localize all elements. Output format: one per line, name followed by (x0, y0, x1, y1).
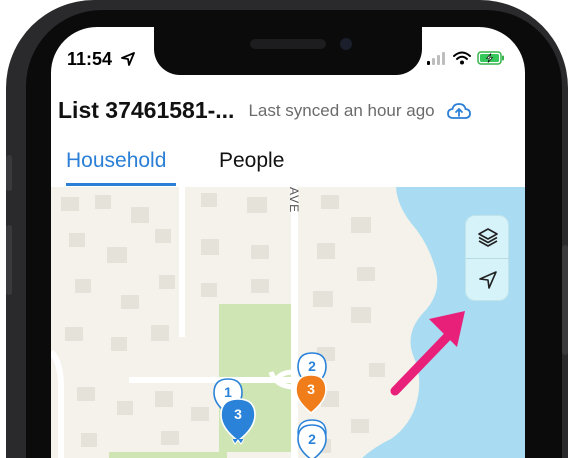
list-title: List 37461581-... (58, 97, 235, 123)
park-south (109, 452, 227, 458)
map-controls (465, 215, 510, 301)
location-services-icon (121, 52, 135, 66)
locate-me-button[interactable] (466, 259, 510, 301)
tab-household[interactable]: Household (66, 149, 166, 173)
cluster-pin[interactable]: 3 (217, 395, 259, 445)
road-north (179, 187, 185, 337)
phone-screen: 11:54 List 37461581-... Last synced an h… (51, 27, 525, 458)
cluster-count: 2 (308, 358, 316, 374)
tab-people[interactable]: People (219, 149, 284, 173)
cluster-count: 3 (234, 406, 242, 422)
front-camera (340, 38, 352, 50)
road-ave (291, 187, 298, 458)
battery-charging-icon (477, 51, 504, 65)
layers-button[interactable] (466, 216, 510, 258)
wifi-icon (453, 51, 471, 65)
cluster-pin[interactable]: 3 (293, 373, 329, 415)
cluster-pin[interactable]: 2 (295, 419, 329, 458)
cloud-upload-icon[interactable] (446, 102, 471, 120)
cellular-signal-icon (427, 51, 445, 65)
cluster-count: 2 (308, 431, 316, 447)
annotation-arrow-icon (390, 311, 465, 396)
road-west (51, 349, 64, 458)
street-label: AVE (287, 187, 301, 214)
status-time: 11:54 (67, 49, 113, 69)
power-button (562, 245, 568, 355)
navigation-arrow-icon (479, 271, 497, 289)
silent-switch (6, 155, 12, 191)
volume-button (6, 225, 12, 295)
layers-icon (478, 228, 498, 247)
speaker (250, 39, 326, 49)
sync-status: Last synced an hour ago (248, 100, 435, 120)
active-tab-indicator (66, 183, 176, 186)
status-icons (427, 51, 505, 65)
map-view[interactable]: AVE 2 1 3 3 2 (51, 187, 525, 458)
header: List 37461581-... Last synced an hour ag… (58, 97, 518, 124)
cluster-count: 3 (307, 381, 315, 397)
notch (154, 27, 422, 75)
